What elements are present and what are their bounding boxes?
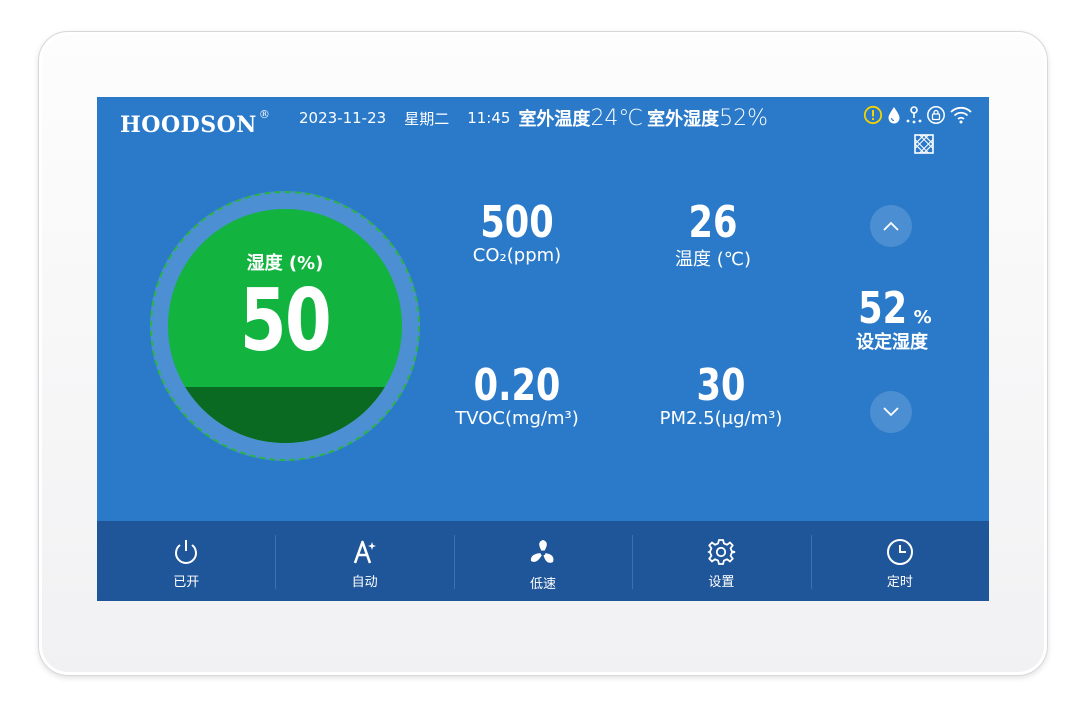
- fan-icon: [530, 540, 554, 563]
- brand-name: HOODSON: [120, 112, 257, 138]
- water-drop-icon[interactable]: [886, 105, 902, 125]
- time-text: 11:45: [467, 109, 511, 127]
- setpoint-value: 52: [858, 283, 908, 334]
- filter-icon[interactable]: [913, 133, 935, 155]
- outdoor-temp-label: 室外温度: [518, 109, 591, 130]
- weekday-text: 星期二: [404, 109, 450, 128]
- status-readouts: 2023-11-23 星期二 11:45 室外温度 24℃ 室外湿度 52%: [299, 105, 772, 131]
- setpoint-down-button[interactable]: [870, 391, 912, 433]
- bottom-nav: 已开 自动 低速 设置 定时: [97, 521, 989, 601]
- clock-icon: [886, 539, 913, 565]
- power-button[interactable]: 已开: [97, 521, 275, 601]
- lock-icon[interactable]: [926, 105, 946, 125]
- date-text: 2023-11-23: [299, 109, 387, 127]
- pm25-metric: 30 PM2.5(μg/m³): [626, 360, 816, 429]
- co2-value: 500: [480, 197, 554, 248]
- temperature-value: 26: [688, 197, 738, 248]
- auto-mode-label: 自动: [351, 575, 378, 590]
- setpoint-up-button[interactable]: [870, 205, 912, 247]
- co2-metric: 500 CO₂(ppm): [422, 197, 612, 266]
- outdoor-humidity-value: 52%: [719, 105, 769, 131]
- humidity-dial: 湿度 (%) 50: [150, 191, 420, 461]
- chevron-up-icon: [883, 221, 899, 231]
- humidity-setpoint: 52% 设定湿度: [837, 283, 947, 354]
- settings-label: 设置: [708, 575, 735, 590]
- setpoint-unit: %: [913, 307, 932, 328]
- display-screen: HOODSON ® 2023-11-23 星期二 11:45 室外温度 24℃ 室…: [97, 97, 989, 601]
- outdoor-temp-value: 24℃: [590, 105, 644, 131]
- temperature-metric: 26 温度 (℃): [618, 197, 808, 271]
- wifi-icon[interactable]: [949, 105, 973, 125]
- status-icons: [863, 105, 973, 125]
- tvoc-metric: 0.20 TVOC(mg/m³): [422, 360, 612, 429]
- timer-button[interactable]: 定时: [810, 521, 989, 601]
- fan-speed-button[interactable]: 低速: [453, 521, 632, 601]
- gear-icon: [707, 539, 736, 565]
- fan-speed-label: 低速: [530, 577, 557, 592]
- auto-mode-button[interactable]: 自动: [275, 521, 453, 601]
- power-icon: [175, 540, 198, 564]
- settings-button[interactable]: 设置: [632, 521, 810, 601]
- dial-value: 50: [239, 271, 332, 371]
- registered-mark: ®: [258, 107, 271, 121]
- alert-icon[interactable]: [863, 105, 883, 125]
- sprinkler-icon[interactable]: [905, 105, 923, 125]
- auto-mode-icon: [353, 540, 376, 564]
- timer-label: 定时: [886, 575, 913, 590]
- dial-face: 湿度 (%) 50: [168, 209, 402, 443]
- dial-fill-level: [168, 386, 402, 443]
- chevron-down-icon: [883, 407, 899, 417]
- tvoc-value: 0.20: [473, 360, 561, 411]
- power-label: 已开: [173, 575, 200, 590]
- brand-logo: HOODSON ®: [120, 108, 270, 138]
- pm25-value: 30: [696, 360, 746, 411]
- status-bar: HOODSON ® 2023-11-23 星期二 11:45 室外温度 24℃ 室…: [97, 97, 989, 154]
- outdoor-humidity-label: 室外湿度: [647, 109, 720, 130]
